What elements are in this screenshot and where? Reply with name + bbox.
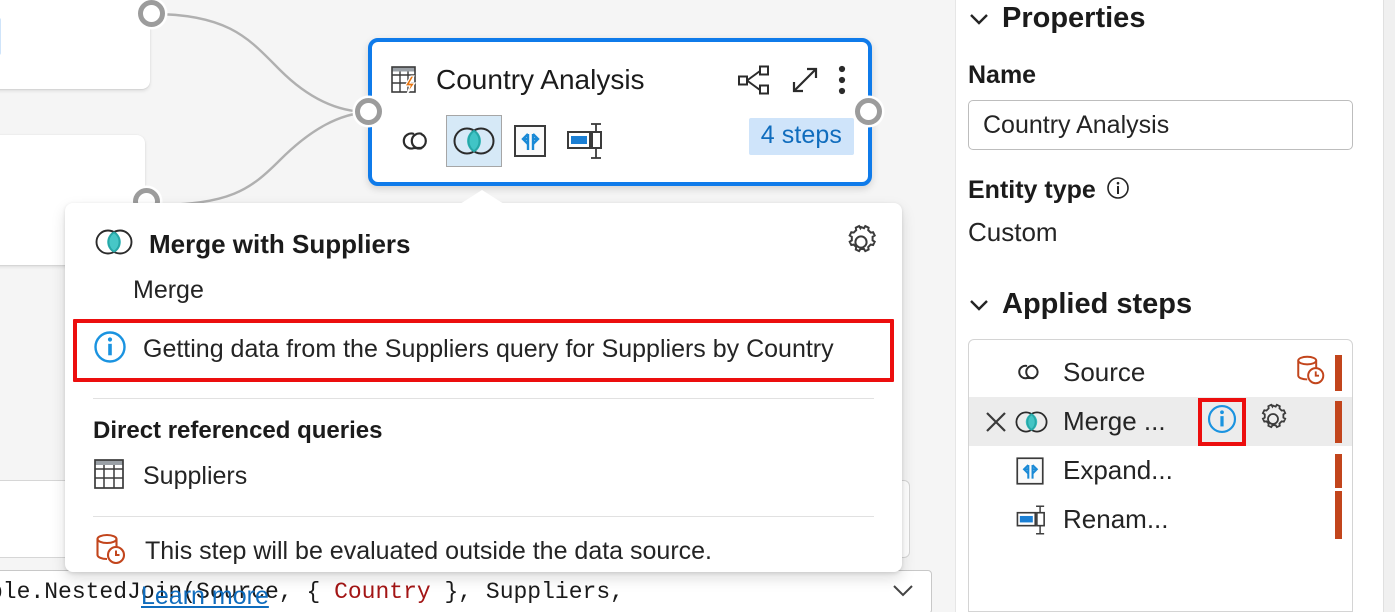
- step-indicator-bar: [1335, 355, 1342, 391]
- entity-type-row: Entity type: [956, 176, 1395, 205]
- applied-step-row[interactable]: Source: [969, 348, 1352, 397]
- table-icon: [93, 457, 127, 496]
- expand-columns-icon[interactable]: [502, 115, 558, 167]
- database-clock-icon: [93, 531, 129, 572]
- expand-columns-icon: [1013, 454, 1057, 488]
- referenced-query-name: Suppliers: [143, 462, 247, 491]
- info-circle-icon[interactable]: [1205, 402, 1239, 441]
- name-input[interactable]: [983, 111, 1338, 140]
- popup-subtitle: Merge: [65, 266, 902, 305]
- share-diagram-icon[interactable]: [738, 65, 772, 95]
- node-connector-out[interactable]: [138, 0, 165, 27]
- info-circle-outline-icon[interactable]: [1106, 176, 1130, 205]
- step-trailing-icons: [1294, 348, 1328, 397]
- app-root: 4 steps 3 st: [0, 0, 1395, 612]
- gear-icon[interactable]: [1256, 402, 1290, 441]
- more-options-icon[interactable]: [838, 64, 846, 96]
- applied-steps-section-header[interactable]: Applied steps: [956, 288, 1395, 321]
- rename-columns-icon[interactable]: [558, 115, 614, 167]
- evaluation-message: This step will be evaluated outside the …: [145, 537, 712, 566]
- step-label: Renam...: [1063, 504, 1169, 535]
- name-field[interactable]: [968, 100, 1353, 150]
- steps-badge[interactable]: 4 steps: [0, 18, 1, 55]
- entity-type-label: Entity type: [968, 176, 1096, 205]
- properties-section-header[interactable]: Properties: [956, 2, 1395, 35]
- referenced-query-item[interactable]: Suppliers: [65, 445, 902, 496]
- step-label: Expand...: [1063, 455, 1173, 486]
- step-label: Source: [1063, 357, 1145, 388]
- chevron-down-icon[interactable]: [968, 7, 990, 31]
- query-diagram-canvas[interactable]: 4 steps 3 st: [0, 0, 955, 612]
- applied-step-row[interactable]: Merge ...: [969, 397, 1352, 446]
- rename-columns-icon: [1013, 503, 1057, 537]
- node-header-actions: [738, 64, 852, 96]
- properties-title: Properties: [1002, 2, 1145, 35]
- popup-title: Merge with Suppliers: [149, 229, 411, 260]
- info-message-highlight: Getting data from the Suppliers query fo…: [73, 319, 894, 382]
- query-node-country-analysis[interactable]: Country Analysis: [368, 38, 872, 186]
- step-label: Merge ...: [1063, 406, 1166, 437]
- info-message: Getting data from the Suppliers query fo…: [143, 335, 834, 364]
- step-info-icon-highlight[interactable]: [1198, 398, 1246, 446]
- gear-icon[interactable]: [842, 223, 880, 266]
- node-connector-out[interactable]: [855, 98, 882, 125]
- applied-steps-title: Applied steps: [1002, 288, 1192, 321]
- step-indicator-bar: [1335, 491, 1342, 539]
- query-node-top-left[interactable]: 4 steps: [0, 0, 150, 89]
- step-trailing-icons: [1198, 397, 1290, 446]
- applied-steps-list: Source: [968, 339, 1353, 612]
- applied-step-row[interactable]: Expand...: [969, 446, 1352, 495]
- step-delete-icon[interactable]: [979, 407, 1013, 437]
- info-circle-icon: [91, 328, 129, 371]
- popup-title-row: Merge with Suppliers: [65, 203, 902, 266]
- applied-step-row[interactable]: Renam...: [969, 495, 1352, 544]
- steps-badge[interactable]: 4 steps: [749, 118, 854, 155]
- merge-icon[interactable]: [446, 115, 502, 167]
- source-link-icon[interactable]: [390, 115, 446, 167]
- node-header: Country Analysis: [372, 42, 868, 104]
- table-lightning-icon: [390, 63, 424, 97]
- merge-icon: [93, 228, 135, 261]
- step-info-popup[interactable]: Merge with Suppliers Merge: [65, 203, 902, 572]
- name-label: Name: [956, 61, 1395, 90]
- expand-diagonal-icon[interactable]: [789, 64, 821, 96]
- database-clock-icon[interactable]: [1294, 353, 1328, 392]
- entity-type-value: Custom: [956, 217, 1395, 248]
- step-indicator-bar: [1335, 401, 1342, 443]
- step-indicator-bar: [1335, 454, 1342, 488]
- chevron-down-icon[interactable]: [968, 293, 990, 317]
- node-title: Country Analysis: [436, 64, 645, 96]
- source-link-icon: [1013, 360, 1057, 386]
- node-step-icons: 4 steps: [372, 104, 868, 174]
- referenced-queries-heading: Direct referenced queries: [65, 399, 902, 445]
- evaluation-row: This step will be evaluated outside the …: [65, 517, 902, 572]
- panel-scrollbar[interactable]: [1383, 0, 1395, 612]
- popup-beak: [460, 190, 504, 204]
- merge-icon: [1013, 410, 1057, 434]
- properties-panel: Properties Name Entity type Custom Appli…: [955, 0, 1395, 612]
- node-connector-in[interactable]: [355, 98, 382, 125]
- learn-more-link[interactable]: Learn more: [141, 582, 269, 611]
